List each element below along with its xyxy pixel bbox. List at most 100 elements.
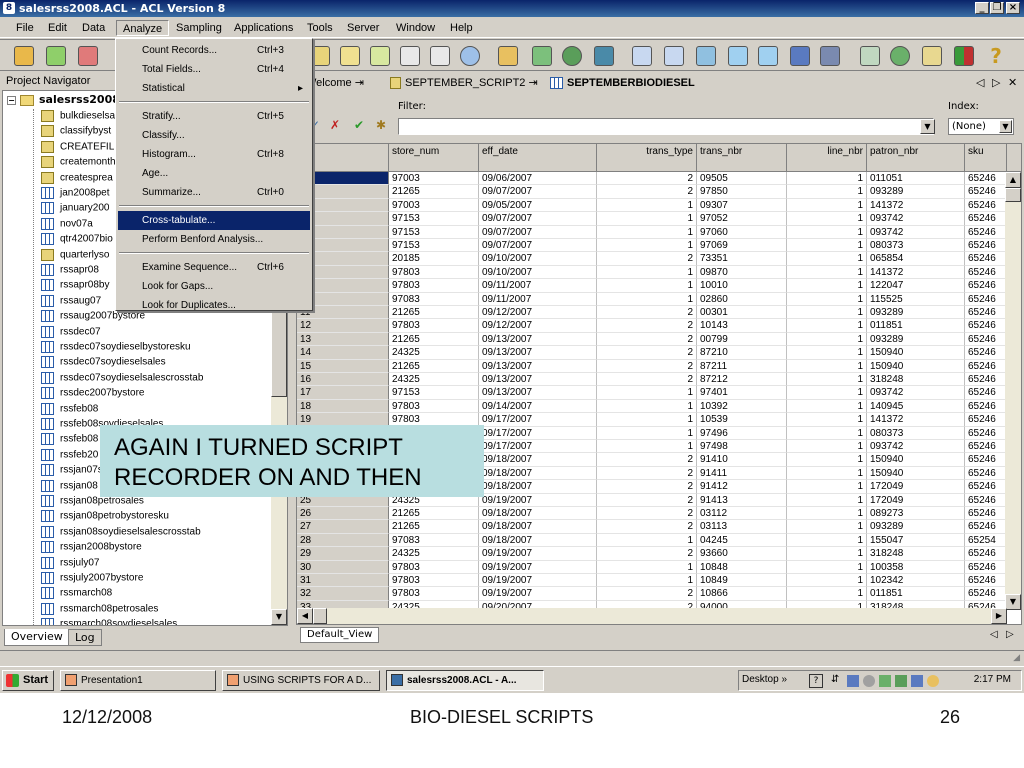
menu-item-perform-benford-analysis[interactable]: Perform Benford Analysis... <box>118 230 310 249</box>
tree-item[interactable]: rssmarch08petrosales <box>41 602 158 617</box>
tree-item[interactable]: rssmarch08 <box>41 587 112 601</box>
table-row[interactable]: 17 97153 09/13/2007 1 97401 1 093742 65246 <box>297 386 1007 400</box>
menu-item-statistical[interactable]: Statistical ▸ <box>118 79 310 98</box>
table-row[interactable]: 28 97083 09/18/2007 1 04245 1 155047 65254 <box>297 533 1007 548</box>
row-number-cell[interactable]: 32 <box>297 587 389 601</box>
table-row[interactable]: 89780309/10/2007109870114137265246 <box>297 265 1007 280</box>
split-view-icon[interactable] <box>662 44 686 68</box>
column-header-line_nbr[interactable]: line_nbr <box>787 144 867 172</box>
filter-icon[interactable] <box>496 44 520 68</box>
row-number-cell[interactable]: 28 <box>297 533 389 548</box>
menu-data[interactable]: Data <box>76 20 111 36</box>
menu-edit[interactable]: Edit <box>42 20 73 36</box>
table-row[interactable]: 69715309/07/2007197069108037365246 <box>297 239 1007 253</box>
tree-item[interactable]: rssjan08 <box>41 479 98 494</box>
tree-item[interactable]: classifybyst <box>41 125 111 139</box>
table-row[interactable]: 15 21265 09/13/2007 2 87211 1 150940 65246 <box>297 359 1007 373</box>
tab-welcome[interactable]: Welcome ⇥ <box>306 75 364 92</box>
tray-app-icon[interactable] <box>863 675 875 687</box>
tree-item[interactable]: rssjuly2007bystore <box>41 572 143 586</box>
tree-item[interactable]: createsprea <box>41 171 113 186</box>
table-row[interactable]: 39700309/05/2007109307114137265246 <box>297 198 1007 213</box>
sample-icon[interactable] <box>560 44 584 68</box>
tree-item[interactable]: rssjan2008bystore <box>41 541 142 555</box>
scroll-thumb[interactable] <box>313 608 327 624</box>
menu-item-look-for-duplicates[interactable]: Look for Duplicates... <box>118 296 310 315</box>
restore-button[interactable]: ❐ <box>990 2 1004 14</box>
tree-item[interactable]: rssdec07soydieselsalescrosstab <box>41 371 203 386</box>
tree-item[interactable]: rssdec07soydieselsales <box>41 356 166 370</box>
menu-sampling[interactable]: Sampling <box>170 20 228 36</box>
tray-app-icon[interactable] <box>911 675 923 687</box>
table-properties-icon[interactable] <box>428 44 452 68</box>
sort-text-icon[interactable] <box>756 44 780 68</box>
edit-notes-icon[interactable] <box>338 44 362 68</box>
start-button[interactable]: Start <box>2 670 54 691</box>
table-row[interactable]: 13 21265 09/13/2007 2 00799 1 093289 65246 <box>297 332 1007 347</box>
menu-help[interactable]: Help <box>444 20 479 36</box>
tree-item[interactable]: january200 <box>41 202 109 216</box>
menu-analyze[interactable]: Analyze <box>116 20 170 36</box>
help-icon[interactable]: ? <box>984 44 1008 68</box>
tree-item[interactable]: rssjan08petrobystoresku <box>41 510 169 524</box>
tray-app-icon[interactable] <box>927 675 939 687</box>
grid-vertical-scrollbar[interactable]: ▲ ▼ <box>1005 172 1021 610</box>
tree-item[interactable]: rssfeb08 <box>41 433 98 447</box>
save-project-icon[interactable] <box>76 44 100 68</box>
tree-item[interactable]: bulkdieselsa <box>41 110 115 124</box>
filter-dropdown-icon[interactable]: ▼ <box>920 119 935 134</box>
row-number-cell[interactable]: 18 <box>297 399 389 414</box>
row-number-cell[interactable]: 27 <box>297 520 389 534</box>
column-header-patron_nbr[interactable]: patron_nbr <box>867 144 965 172</box>
clock[interactable]: 2:17 PM <box>974 674 1011 685</box>
row-number-cell[interactable]: 13 <box>297 332 389 347</box>
tree-item[interactable]: rssaug07 <box>41 294 101 309</box>
remove-filter-icon[interactable]: ✗ <box>330 118 340 132</box>
menu-window[interactable]: Window <box>390 20 441 36</box>
menu-item-classify[interactable]: Classify... <box>118 126 310 145</box>
help-tray-icon[interactable]: ? <box>809 674 823 688</box>
menu-item-summarize[interactable]: Summarize... Ctrl+0 <box>118 183 310 202</box>
table-row[interactable]: 19700309/06/2007209505101105165246 <box>297 172 1007 186</box>
scroll-down-icon[interactable]: ▼ <box>1005 594 1021 610</box>
tree-item[interactable]: rssdec07 <box>41 325 101 340</box>
menu-item-examine-sequence[interactable]: Examine Sequence... Ctrl+6 <box>118 258 310 277</box>
table-row[interactable]: 29 24325 09/19/2007 2 93660 1 318248 65246 <box>297 547 1007 561</box>
menu-tools[interactable]: Tools <box>301 20 339 36</box>
table-row[interactable]: 12 97803 09/12/2007 2 10143 1 011851 65246 <box>297 319 1007 333</box>
column-header-store_num[interactable]: store_num <box>389 144 479 172</box>
text-analysis-icon[interactable] <box>458 44 482 68</box>
scroll-right-icon[interactable]: ▶ <box>991 608 1007 624</box>
menu-item-total-fields[interactable]: Total Fields... Ctrl+4 <box>118 60 310 79</box>
menu-file[interactable]: File <box>10 20 40 36</box>
tree-item[interactable]: createmonth <box>41 156 116 170</box>
tab-prev-icon[interactable]: ◁ <box>976 75 984 92</box>
tree-view-icon[interactable] <box>630 44 654 68</box>
row-number-cell[interactable]: 17 <box>297 386 389 400</box>
close-button[interactable]: × <box>1006 2 1020 14</box>
tab-overview[interactable]: Overview <box>4 629 70 646</box>
percent-icon[interactable] <box>592 44 616 68</box>
open-table-icon[interactable] <box>44 44 68 68</box>
tree-item[interactable]: rssjuly07 <box>41 556 99 571</box>
index-select[interactable]: (None) ▼ <box>948 118 1014 135</box>
table-row[interactable]: 31 97803 09/19/2007 1 10849 1 102342 65246 <box>297 574 1007 588</box>
column-header-sku[interactable]: sku <box>965 144 1007 172</box>
date-icon[interactable] <box>788 44 812 68</box>
tree-item[interactable]: rssdec07soydieselbystoresku <box>41 341 191 355</box>
sort-numbers-icon[interactable] <box>726 44 750 68</box>
row-number-cell[interactable]: 15 <box>297 359 389 373</box>
tree-item[interactable]: nov07a <box>41 217 93 232</box>
view-next-icon[interactable]: ▷ <box>1006 629 1014 640</box>
minimize-button[interactable]: _ <box>975 2 989 14</box>
list-icon[interactable] <box>920 44 944 68</box>
scroll-thumb[interactable] <box>1005 188 1021 202</box>
tree-root-project[interactable]: − salesrss2008 <box>7 93 120 107</box>
columns-icon[interactable] <box>530 44 554 68</box>
task-presentation[interactable]: Presentation1 <box>60 670 216 691</box>
tree-item[interactable]: qtr42007bio <box>41 233 113 247</box>
extract-icon[interactable] <box>694 44 718 68</box>
tree-item[interactable]: jan2008pet <box>41 187 110 201</box>
tab-september-script2[interactable]: SEPTEMBER_SCRIPT2 ⇥ <box>390 75 538 92</box>
tab-septemberbiodiesel[interactable]: SEPTEMBERBIODIESEL <box>550 75 695 92</box>
